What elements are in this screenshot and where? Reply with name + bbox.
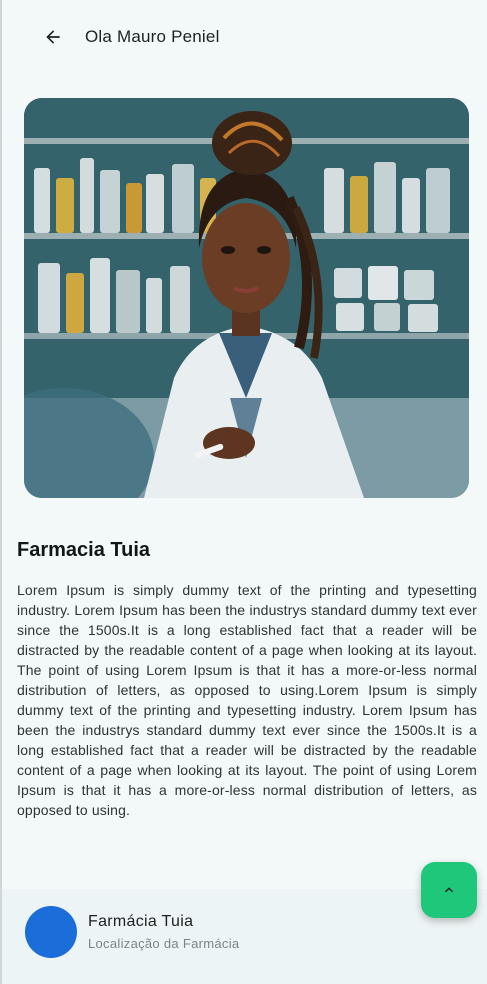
scroll-to-top-button[interactable] [421, 862, 477, 918]
top-bar: Ola Mauro Peniel [2, 0, 487, 72]
pharmacy-card-title: Farmácia Tuia [88, 913, 194, 930]
chevron-up-icon [445, 887, 453, 893]
pharmacy-card-subtitle: Localização da Farmácia [88, 936, 240, 951]
app-screen: Ola Mauro Peniel Farmacia Tuia Lorem Ips… [0, 0, 487, 984]
back-button[interactable] [38, 22, 68, 52]
arrow-left-icon [46, 30, 60, 44]
pharmacy-description: Lorem Ipsum is simply dummy text of the … [17, 582, 477, 818]
avatar [25, 906, 77, 958]
pharmacy-name: Farmacia Tuia [17, 539, 151, 561]
page-title: Ola Mauro Peniel [85, 27, 220, 46]
pharmacist-photo [24, 98, 469, 498]
